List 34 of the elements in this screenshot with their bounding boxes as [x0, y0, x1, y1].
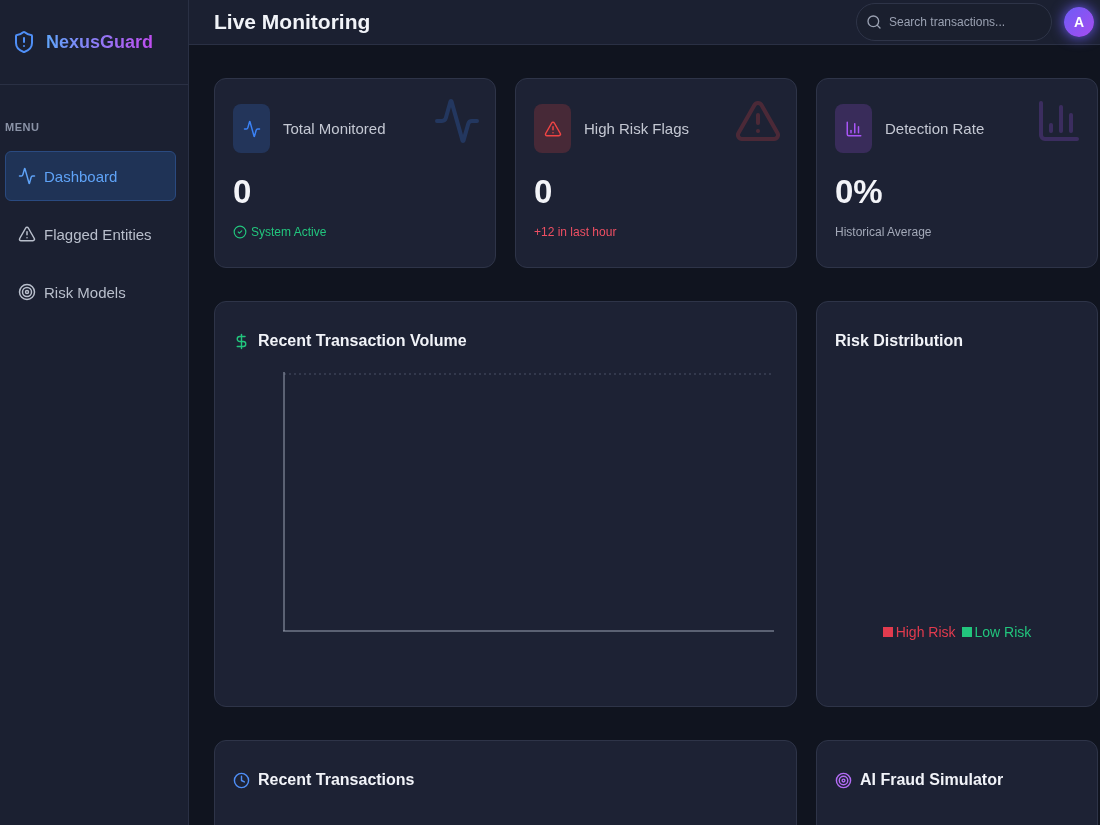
target-icon [18, 283, 36, 301]
page-title: Live Monitoring [214, 10, 372, 34]
pulse-icon [433, 97, 481, 145]
stat-note: Historical Average [835, 225, 932, 239]
search-icon [866, 14, 882, 30]
panel-title: AI Fraud Simulator [860, 771, 1004, 789]
stat-value: 0 [534, 173, 554, 211]
search-field[interactable]: Search transactions... [856, 3, 1052, 41]
bar-chart-icon [844, 119, 863, 138]
nav-item[interactable]: Dashboard [5, 151, 176, 201]
user-avatar[interactable]: A [1064, 7, 1094, 37]
panel-title: Recent Transactions [258, 771, 415, 789]
panel-title: Recent Transaction Volume [258, 332, 467, 350]
stat-label: High Risk Flags [584, 120, 690, 137]
nav-item[interactable]: Flagged Entities [5, 209, 176, 259]
menu-label: MENU [5, 121, 41, 133]
clock-icon [233, 771, 250, 789]
check-icon [233, 225, 247, 239]
legend-label: High Risk [895, 624, 956, 640]
panel-title: Risk Distribution [835, 332, 963, 350]
shield-icon [12, 30, 36, 54]
nav-item[interactable]: Risk Models [5, 267, 176, 317]
pulse-icon [242, 119, 261, 138]
warning-icon [18, 225, 36, 243]
pulse-icon [18, 167, 36, 185]
stat-note: +12 in last hour [534, 225, 617, 239]
target-icon [835, 771, 852, 789]
legend-label: Low Risk [974, 624, 1032, 640]
stat-value: 0% [835, 173, 884, 211]
stat-value: 0 [233, 173, 253, 211]
stat-label: Total Monitored [283, 120, 386, 137]
warning-icon [543, 119, 562, 138]
stat-note: System Active [251, 225, 327, 239]
stat-label: Detection Rate [885, 120, 985, 137]
